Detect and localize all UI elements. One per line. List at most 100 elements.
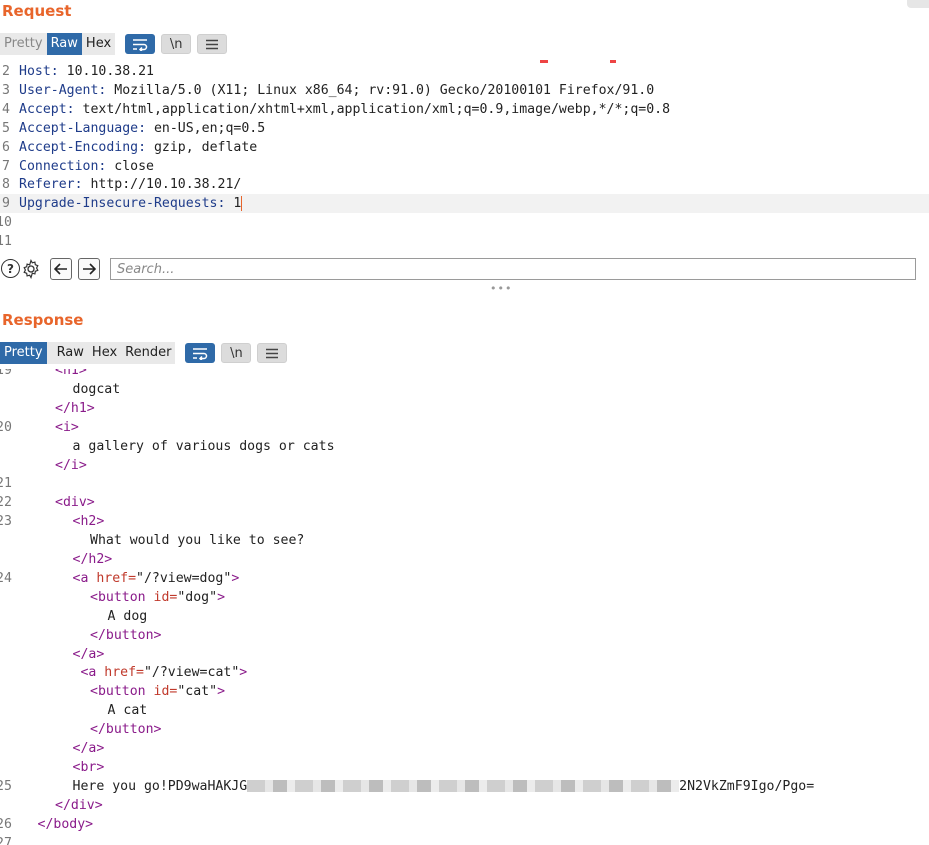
response-line: 25 Here you go!PD9waHAKJG 2N2VkZmF9Igo/Pgo…: [0, 777, 929, 796]
html-tag: <h2>: [72, 514, 105, 530]
html-tag: <a: [72, 570, 97, 586]
html-text: Here you go!PD9waHAKJG: [72, 778, 248, 794]
previous-match-button[interactable]: [50, 258, 72, 280]
line-number: 10: [0, 215, 12, 231]
header-name: Accept-Language:: [19, 120, 147, 136]
response-line: <button id="dog">: [0, 588, 929, 607]
html-tag: <button: [90, 589, 154, 605]
response-line: </h1>: [0, 399, 929, 418]
html-tag: </h1>: [55, 400, 95, 416]
window-corner: [907, 0, 929, 8]
request-line: 3 User-Agent: Mozilla/5.0 (X11; Linux x86…: [0, 81, 929, 100]
header-value: en-US,en;q=0.5: [146, 120, 266, 136]
wrap-lines-icon: [193, 347, 208, 360]
request-tabs: Pretty Raw Hex \n: [0, 33, 228, 55]
header-name: Referer:: [19, 177, 83, 193]
response-line: 23 <h2>: [0, 512, 929, 531]
gear-icon: [23, 259, 39, 279]
request-tab-raw[interactable]: Raw: [46, 33, 82, 55]
header-name: Accept-Encoding:: [19, 139, 147, 155]
html-tag: </a>: [72, 646, 105, 662]
header-value: 10.10.38.21: [58, 64, 154, 79]
request-line: 4 Accept: text/html,application/xhtml+xml…: [0, 100, 929, 119]
header-name: Upgrade-Insecure-Requests:: [19, 196, 226, 212]
response-line: </a>: [0, 739, 929, 758]
html-text: dogcat: [72, 381, 121, 397]
request-line: 7 Connection: close: [0, 157, 929, 176]
response-tab-render[interactable]: Render: [121, 342, 176, 364]
response-line: 27: [0, 834, 929, 845]
redacted-content: [247, 779, 680, 792]
header-name: Connection:: [19, 158, 107, 174]
response-tab-raw[interactable]: Raw: [46, 342, 88, 364]
response-tab-hex[interactable]: Hex: [87, 342, 122, 364]
search-input[interactable]: [110, 258, 916, 280]
header-name: Accept:: [19, 101, 75, 117]
line-number: 26: [0, 816, 12, 832]
html-tag: <br>: [72, 759, 105, 775]
html-text: "/?view=cat": [143, 665, 240, 681]
line-number: 21: [0, 476, 12, 492]
line-number: 6: [2, 139, 10, 155]
html-tag: </button>: [90, 722, 162, 738]
text-cursor: [241, 195, 243, 211]
request-newline-toggle[interactable]: \n: [161, 34, 192, 54]
response-line: A cat: [0, 701, 929, 720]
header-value: 1: [225, 196, 242, 212]
request-title: Request: [2, 2, 72, 20]
response-line: </i>: [0, 456, 929, 475]
response-line: a gallery of various dogs or cats: [0, 437, 929, 456]
html-text: "/?view=dog": [136, 570, 232, 586]
request-tab-pretty[interactable]: Pretty: [0, 33, 47, 55]
settings-button[interactable]: [20, 258, 42, 280]
response-newline-toggle[interactable]: \n: [221, 343, 252, 363]
next-match-button[interactable]: [78, 258, 100, 280]
header-name: User-Agent:: [19, 82, 107, 98]
html-attribute: href=: [96, 570, 137, 586]
response-editor[interactable]: 19 <h1> dogcat </h1> 20 <i> a gallery of vario…: [0, 369, 929, 845]
header-value: http://10.10.38.21/: [82, 177, 242, 193]
help-icon[interactable]: ?: [1, 259, 20, 278]
line-number: 5: [2, 120, 10, 136]
pane-resize-handle[interactable]: •••: [490, 282, 512, 295]
response-wrap-toggle[interactable]: [185, 343, 216, 363]
header-value: text/html,application/xhtml+xml,applicat…: [74, 101, 671, 117]
line-number: 27: [0, 835, 12, 845]
line-number: 4: [2, 101, 10, 117]
request-menu-button[interactable]: [197, 34, 228, 54]
request-editor[interactable]: 2 Host: 10.10.38.21 3 User-Agent: Mozilla/5…: [0, 62, 929, 252]
response-line: A dog: [0, 607, 929, 626]
request-line: 9 Upgrade-Insecure-Requests: 1: [0, 194, 929, 214]
html-tag: >: [231, 570, 240, 586]
response-line: 20 <i>: [0, 418, 929, 437]
arrow-right-icon: [83, 263, 96, 275]
response-menu-button[interactable]: [257, 343, 288, 363]
response-line: 26 </body>: [0, 815, 929, 834]
html-tag: </body>: [37, 816, 94, 832]
response-line: </h2>: [0, 550, 929, 569]
hamburger-menu-icon: [266, 348, 279, 358]
html-text: What would you like to see?: [90, 533, 305, 549]
search-bar: ?: [0, 256, 929, 282]
html-tag: <h1>: [55, 369, 87, 378]
request-line: 11: [0, 232, 929, 251]
request-line: 2 Host: 10.10.38.21: [0, 62, 929, 81]
response-tab-pretty[interactable]: Pretty: [0, 342, 47, 364]
html-tag: >: [217, 684, 226, 700]
html-attribute: id=: [153, 589, 178, 605]
line-number: 24: [0, 570, 12, 586]
request-line: 8 Referer: http://10.10.38.21/: [0, 175, 929, 194]
html-tag: <div>: [55, 495, 95, 511]
request-line: 5 Accept-Language: en-US,en;q=0.5: [0, 119, 929, 138]
html-tag: <i>: [55, 419, 79, 435]
response-line: 24 <a href="/?view=dog">: [0, 569, 929, 588]
html-tag: </button>: [90, 627, 162, 643]
html-tag: <a: [80, 665, 105, 681]
line-number: 8: [2, 177, 10, 193]
line-number: 11: [0, 234, 12, 250]
request-wrap-toggle[interactable]: [125, 34, 156, 54]
response-line: </button>: [0, 720, 929, 739]
header-value: gzip, deflate: [146, 139, 258, 155]
response-line: <a href="/?view=cat">: [0, 663, 929, 682]
request-tab-hex[interactable]: Hex: [81, 33, 116, 55]
